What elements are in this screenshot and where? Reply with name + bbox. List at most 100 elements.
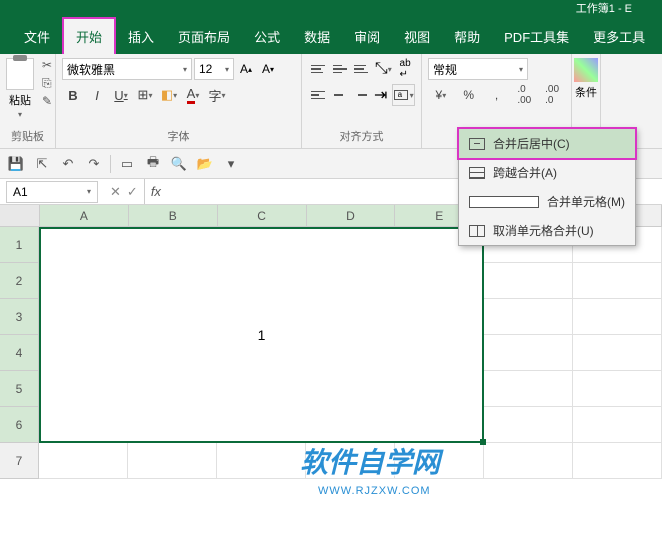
conditional-format-button[interactable]: 条件 [574, 58, 598, 100]
font-label: 字体 [62, 126, 295, 146]
font-group: 微软雅黑 ▾ 12 ▾ A▴ A▾ B I U▾ ⊞▾ ◧▾ A▾ 字▾ 字体 [56, 54, 302, 148]
border-button[interactable]: ⊞▾ [134, 84, 156, 106]
menu-pdf-tools[interactable]: PDF工具集 [492, 19, 581, 54]
cancel-icon[interactable]: ✕ [110, 184, 121, 200]
merge-cells-option[interactable]: 合并单元格(M) [459, 187, 635, 216]
merged-cell-a1-e6[interactable]: 1 [39, 227, 484, 443]
comma-button[interactable]: , [484, 84, 510, 106]
clipboard-label: 剪贴板 [6, 126, 49, 146]
clipboard-group: 粘贴 ▾ ✂ ⎘ ✎ 剪贴板 [0, 54, 56, 148]
menu-help[interactable]: 帮助 [442, 19, 492, 54]
menu-more-tools[interactable]: 更多工具 [581, 19, 657, 54]
chevron-down-icon: ▾ [87, 187, 91, 196]
paste-label: 粘贴 [9, 92, 31, 108]
conditional-label: 条件 [575, 84, 597, 100]
row-header[interactable]: 5 [0, 371, 38, 407]
italic-button[interactable]: I [86, 84, 108, 106]
menu-view[interactable]: 视图 [392, 19, 442, 54]
paste-button[interactable]: 粘贴 ▾ [6, 58, 34, 119]
menu-bar: 文件 开始 插入 页面布局 公式 数据 审阅 视图 帮助 PDF工具集 更多工具 [0, 18, 662, 54]
unmerge-option[interactable]: 取消单元格合并(U) [459, 216, 635, 245]
undo-button[interactable]: ↶ [58, 154, 78, 174]
row-header[interactable]: 2 [0, 263, 38, 299]
underline-button[interactable]: U▾ [110, 84, 132, 106]
indent-button[interactable]: ⇥ [371, 84, 390, 106]
row-header[interactable]: 7 [0, 443, 38, 479]
menu-page-layout[interactable]: 页面布局 [166, 19, 242, 54]
merge-cells-icon [469, 196, 539, 208]
col-header[interactable]: A [40, 205, 129, 226]
fill-color-button[interactable]: ◧▾ [158, 84, 180, 106]
save-button[interactable]: 💾 [6, 154, 26, 174]
col-header[interactable]: C [218, 205, 307, 226]
decrease-decimal-button[interactable]: .00.0 [539, 84, 565, 106]
chevron-down-icon: ▾ [519, 65, 523, 74]
spreadsheet: A B C D E F G 1 2 3 4 5 6 7 1 [0, 205, 662, 479]
row-header[interactable]: 6 [0, 407, 38, 443]
menu-formulas[interactable]: 公式 [242, 19, 292, 54]
row-header[interactable]: 1 [0, 227, 38, 263]
separator [110, 155, 111, 173]
workbook-title: 工作簿1 - E [576, 3, 632, 15]
align-middle-button[interactable] [330, 58, 350, 80]
wrap-text-button[interactable]: ab↵ [395, 58, 415, 80]
row-header[interactable]: 3 [0, 299, 38, 335]
conditional-icon [574, 58, 598, 82]
font-name-select[interactable]: 微软雅黑 ▾ [62, 58, 192, 80]
new-button[interactable]: ▭ [117, 154, 137, 174]
col-header[interactable]: D [307, 205, 396, 226]
menu-insert[interactable]: 插入 [116, 19, 166, 54]
watermark-url: WWW.RJZXW.COM [318, 485, 431, 497]
font-size-select[interactable]: 12 ▾ [194, 58, 234, 80]
number-format-value: 常规 [433, 61, 457, 78]
orientation-button[interactable]: ⤡▾ [373, 58, 393, 80]
unmerge-icon [469, 225, 485, 237]
bold-button[interactable]: B [62, 84, 84, 106]
chevron-down-icon: ▾ [225, 65, 229, 74]
qat-more-button[interactable]: ▾ [221, 154, 241, 174]
increase-decimal-button[interactable]: .0.00 [511, 84, 537, 106]
currency-button[interactable]: ¥▾ [428, 84, 454, 106]
col-header[interactable]: B [129, 205, 218, 226]
merge-across-label: 跨越合并(A) [493, 164, 557, 181]
menu-home[interactable]: 开始 [62, 17, 116, 56]
cells-grid[interactable]: 1 [39, 227, 662, 479]
fx-icon[interactable]: fx [145, 184, 167, 199]
merge-center-option[interactable]: 合并后居中(C) [457, 127, 637, 160]
open-button[interactable]: 📂 [195, 154, 215, 174]
number-format-select[interactable]: 常规 ▾ [428, 58, 528, 80]
print-button[interactable]: 🖶 [143, 154, 163, 174]
increase-font-button[interactable]: A▴ [236, 58, 256, 80]
export-button[interactable]: ⇱ [32, 154, 52, 174]
select-all-corner[interactable] [0, 205, 40, 226]
align-top-button[interactable] [308, 58, 328, 80]
redo-button[interactable]: ↷ [84, 154, 104, 174]
percent-button[interactable]: % [456, 84, 482, 106]
title-bar: 工作簿1 - E [0, 0, 662, 18]
menu-file[interactable]: 文件 [12, 19, 62, 54]
paste-icon [6, 58, 34, 90]
font-name-value: 微软雅黑 [67, 61, 115, 78]
alignment-group: ⤡▾ ab↵ ⇥ ▾ 对齐方式 [302, 54, 422, 148]
row-header[interactable]: 4 [0, 335, 38, 371]
font-color-button[interactable]: A▾ [182, 84, 204, 106]
align-bottom-button[interactable] [352, 58, 372, 80]
menu-data[interactable]: 数据 [292, 19, 342, 54]
cell-value: 1 [258, 327, 266, 343]
merge-dropdown-menu: 合并后居中(C) 跨越合并(A) 合并单元格(M) 取消单元格合并(U) [458, 128, 636, 246]
print-preview-button[interactable]: 🔍 [169, 154, 189, 174]
menu-review[interactable]: 审阅 [342, 19, 392, 54]
merge-across-option[interactable]: 跨越合并(A) [459, 158, 635, 187]
merge-cells-label: 合并单元格(M) [547, 193, 625, 210]
align-left-button[interactable] [308, 84, 327, 106]
name-box[interactable]: A1 ▾ [6, 181, 98, 203]
font-size-value: 12 [199, 62, 212, 76]
merge-center-button[interactable]: ▾ [392, 84, 415, 106]
align-right-button[interactable] [350, 84, 369, 106]
align-center-button[interactable] [329, 84, 348, 106]
decrease-font-button[interactable]: A▾ [258, 58, 278, 80]
name-box-value: A1 [13, 185, 28, 199]
phonetic-button[interactable]: 字▾ [206, 84, 228, 106]
confirm-icon[interactable]: ✓ [127, 184, 138, 200]
merge-center-icon [469, 138, 485, 150]
